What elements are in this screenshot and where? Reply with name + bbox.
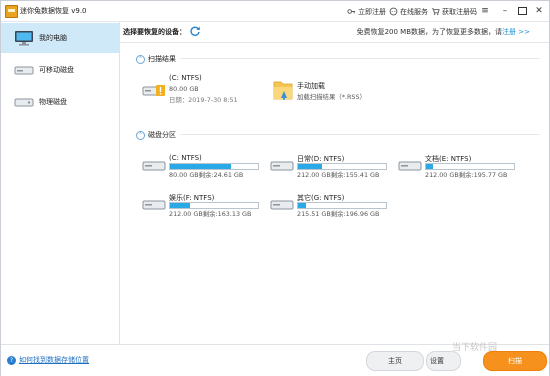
key-icon xyxy=(347,9,356,14)
home-button[interactable]: 主页 xyxy=(366,351,424,371)
partition-f[interactable]: 娱乐(F: NTFS) 212.00 GB剩余:163.13 GB xyxy=(142,193,262,221)
register-label: 立即注册 xyxy=(358,7,386,16)
scan-result-name: (C: NTFS) xyxy=(169,74,202,82)
section-divider xyxy=(180,134,540,135)
hard-disk-icon xyxy=(270,200,294,210)
hard-disk-icon xyxy=(398,161,422,171)
hard-disk-icon xyxy=(142,161,166,171)
partition-usage-fill xyxy=(426,164,434,169)
removable-drive-icon xyxy=(14,66,34,75)
partition-g[interactable]: 其它(G: NTFS) 215.51 GB剩余:196.96 GB xyxy=(270,193,390,221)
collapse-icon: ⌃ xyxy=(136,130,145,140)
scan-result-date: 日期：2019-7-30 8:51 xyxy=(169,96,238,104)
hard-disk-icon xyxy=(270,161,294,171)
home-button-label: 主页 xyxy=(388,357,402,365)
scan-results-header[interactable]: ⌃ 扫描结果 xyxy=(136,54,176,64)
scan-result-size: 80.00 GB xyxy=(169,85,199,93)
partition-size: 215.51 GB剩余:196.96 GB xyxy=(297,210,380,218)
partition-usage-bar xyxy=(297,163,387,170)
partition-name: (C: NTFS) xyxy=(169,154,202,162)
online-service-link[interactable]: 在线服务 xyxy=(389,6,428,17)
sidebar: 我的电脑 可移动磁盘 物理磁盘 xyxy=(1,22,120,344)
partition-e[interactable]: 文档(E: NTFS) 212.00 GB剩余:195.77 GB xyxy=(398,154,518,182)
hard-disk-icon xyxy=(142,200,166,210)
app-logo-icon xyxy=(5,5,18,18)
partitions-header[interactable]: ⌃ 磁盘分区 xyxy=(136,130,176,140)
app-title: 迷你兔数据恢复 v9.0 xyxy=(20,7,87,15)
partitions-title: 磁盘分区 xyxy=(148,131,176,139)
sidebar-item-my-computer[interactable]: 我的电脑 xyxy=(1,23,119,53)
maximize-icon xyxy=(517,6,527,15)
partition-size: 212.00 GB剩余:155.41 GB xyxy=(297,171,380,179)
help-icon: ? xyxy=(7,355,16,365)
sidebar-item-label: 我的电脑 xyxy=(39,34,67,42)
manual-load-title: 手动加载 xyxy=(297,82,325,90)
refresh-icon[interactable] xyxy=(189,25,201,37)
scan-button-label: 扫描 xyxy=(508,357,522,365)
manual-load-item[interactable]: 手动加载 加载扫描结果（*.RSS） xyxy=(270,81,390,115)
sidebar-item-label: 物理磁盘 xyxy=(39,98,67,106)
close-icon: ✕ xyxy=(535,5,543,16)
maximize-button[interactable] xyxy=(515,4,529,17)
scan-button[interactable]: 扫描 xyxy=(483,351,547,371)
settings-button[interactable]: 设置 xyxy=(426,351,461,371)
scan-results-title: 扫描结果 xyxy=(148,55,176,63)
folder-load-icon xyxy=(273,81,293,100)
minimize-button[interactable]: – xyxy=(498,4,512,17)
watermark: 当下软件园 xyxy=(452,343,498,353)
section-divider xyxy=(180,58,540,59)
register-link[interactable]: 立即注册 xyxy=(347,6,386,17)
scan-result-c-drive[interactable]: (C: NTFS) 80.00 GB 日期：2019-7-30 8:51 xyxy=(142,74,262,108)
collapse-icon: ⌃ xyxy=(136,54,145,64)
online-service-label: 在线服务 xyxy=(400,7,428,16)
minimize-icon: – xyxy=(502,5,508,16)
partition-usage-fill xyxy=(298,203,306,208)
select-device-label: 选择要恢复的设备： xyxy=(123,28,186,36)
partition-usage-fill xyxy=(170,164,231,169)
get-code-label: 获取注册码 xyxy=(442,7,477,16)
get-code-link[interactable]: 获取注册码 xyxy=(431,6,477,17)
settings-button-label: 设置 xyxy=(430,357,444,365)
partition-usage-bar xyxy=(169,163,259,170)
app-window: 迷你兔数据恢复 v9.0 立即注册 在线服务 获取注册码 ≡ – ✕ 我的电脑 … xyxy=(0,0,550,376)
sidebar-item-removable-disk[interactable]: 可移动磁盘 xyxy=(1,55,119,85)
hard-disk-icon xyxy=(14,98,34,107)
partition-size: 212.00 GB剩余:195.77 GB xyxy=(425,171,508,179)
menu-icon: ≡ xyxy=(481,5,489,16)
partition-usage-bar xyxy=(169,202,259,209)
quota-text: 免费恢复200 MB数据，为了恢复更多数据，请 xyxy=(356,28,503,36)
partition-usage-bar xyxy=(425,163,515,170)
partition-usage-bar xyxy=(297,202,387,209)
chat-icon xyxy=(389,7,398,16)
cart-icon xyxy=(431,8,440,15)
title-bar: 迷你兔数据恢复 v9.0 立即注册 在线服务 获取注册码 ≡ – ✕ xyxy=(1,1,549,22)
partition-size: 80.00 GB剩余:24.61 GB xyxy=(169,171,244,179)
device-select-header: 选择要恢复的设备： 免费恢复200 MB数据，为了恢复更多数据，请注册 >> xyxy=(120,22,549,43)
partition-size: 212.00 GB剩余:163.13 GB xyxy=(169,210,252,218)
help-link[interactable]: ? 如何找到数据存储位置 xyxy=(7,355,89,365)
monitor-icon xyxy=(15,31,33,46)
manual-load-desc: 加载扫描结果（*.RSS） xyxy=(297,93,366,101)
menu-button[interactable]: ≡ xyxy=(478,4,492,17)
main-content: ⌃ 扫描结果 (C: NTFS) 80.00 GB 日期：2019-7-30 8… xyxy=(120,43,549,344)
partition-d[interactable]: 日常(D: NTFS) 212.00 GB剩余:155.41 GB xyxy=(270,154,390,182)
sidebar-item-physical-disk[interactable]: 物理磁盘 xyxy=(1,87,119,117)
drive-warning-icon xyxy=(142,85,165,96)
close-button[interactable]: ✕ xyxy=(532,4,546,17)
sidebar-item-label: 可移动磁盘 xyxy=(39,66,74,74)
register-inline-link[interactable]: 注册 >> xyxy=(502,28,530,36)
partition-usage-fill xyxy=(170,203,191,208)
help-link-label: 如何找到数据存储位置 xyxy=(19,356,89,364)
partition-c[interactable]: (C: NTFS) 80.00 GB剩余:24.61 GB xyxy=(142,154,262,182)
partition-usage-fill xyxy=(298,164,322,169)
quota-notice: 免费恢复200 MB数据，为了恢复更多数据，请注册 >> xyxy=(357,27,530,37)
